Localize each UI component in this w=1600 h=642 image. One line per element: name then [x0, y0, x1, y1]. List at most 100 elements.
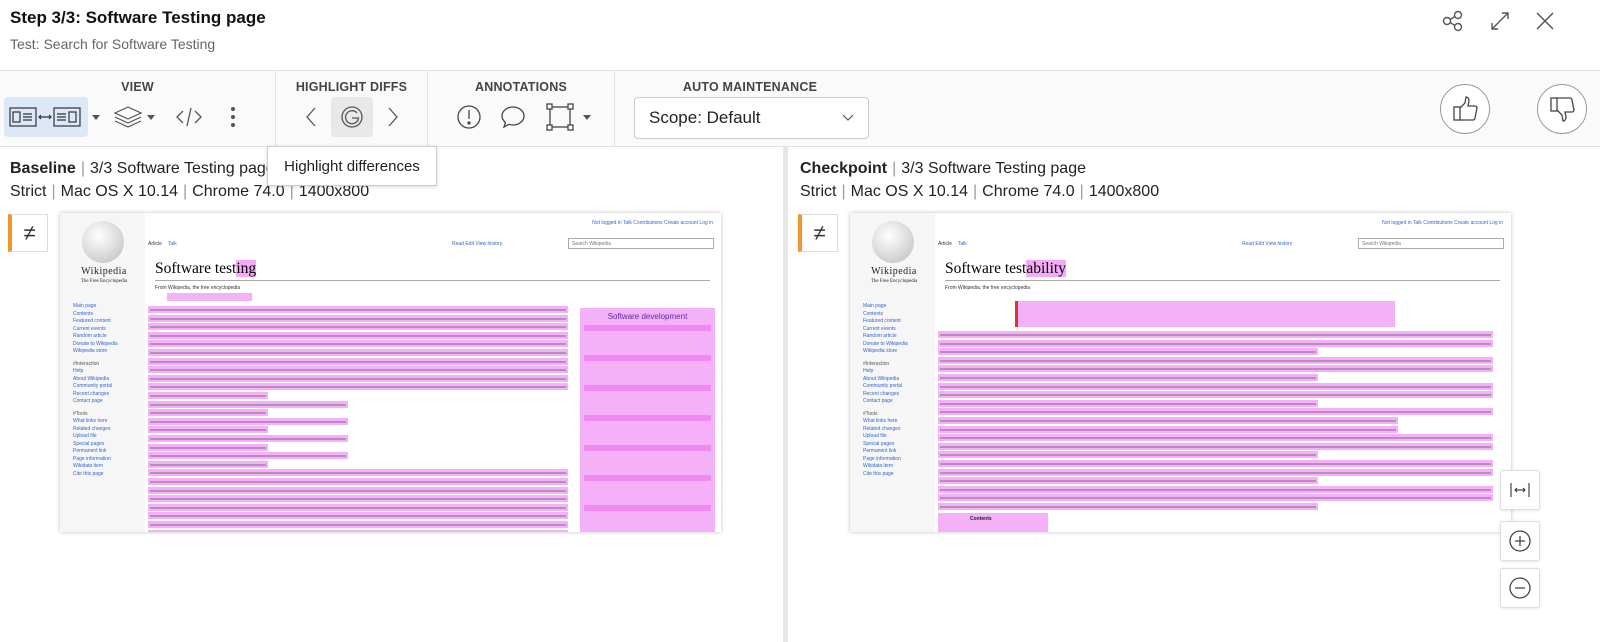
sidebar-link: Donate to Wikipedia	[73, 340, 118, 347]
caret-down-icon	[92, 114, 100, 120]
add-issue-button[interactable]	[452, 97, 486, 137]
wiki-logo-subtitle: The Free Encyclopedia	[870, 279, 918, 284]
title-diff-highlight: ing	[236, 260, 257, 277]
checkpoint-screenshot[interactable]: Wikipedia The Free Encyclopedia Main page C…	[850, 213, 1511, 532]
title-rule	[945, 280, 1500, 281]
checkpoint-label: Checkpoint	[800, 160, 888, 177]
diff-status-badge[interactable]: ≠	[8, 214, 48, 252]
wikipedia-globe-logo	[872, 221, 914, 263]
view-label: VIEW	[121, 80, 154, 94]
baseline-label: Baseline	[10, 160, 76, 177]
wiki-logo-text: Wikipedia	[871, 266, 917, 277]
layers-icon	[113, 106, 143, 128]
text-line	[150, 369, 566, 372]
next-diff-button[interactable]	[378, 97, 408, 137]
tab-talk: Talk	[957, 241, 967, 247]
caret-down-icon	[147, 114, 155, 120]
os: Mac OS X 10.14	[850, 183, 968, 200]
text-line	[150, 429, 266, 432]
sidebar-link: Wikidata item	[863, 463, 894, 469]
exclamation-circle-icon	[457, 105, 481, 129]
side-by-side-icon	[9, 107, 81, 127]
more-vertical-icon	[231, 107, 235, 127]
sidebar-link: Cite this page	[863, 470, 894, 477]
layers-button[interactable]	[108, 97, 160, 137]
browser: Chrome 74.0	[982, 183, 1075, 200]
zoom-out-button[interactable]	[1500, 568, 1540, 608]
text-line	[150, 472, 566, 475]
scope-value: Scope: Default	[649, 108, 761, 127]
highlight-differences-button[interactable]	[331, 97, 373, 137]
code-icon	[176, 107, 202, 127]
code-view-button[interactable]	[170, 97, 208, 137]
sidebar-link: Special pages	[863, 440, 895, 447]
thumbs-up-icon	[1453, 96, 1478, 121]
diff-highlight	[584, 415, 711, 421]
text-line	[150, 446, 266, 449]
chevron-right-icon	[388, 107, 398, 127]
diff-highlight	[584, 325, 711, 331]
text-line	[150, 395, 266, 397]
sidebar-link: Wikidata item	[73, 463, 104, 469]
checkpoint-details: Strict | Mac OS X 10.14 | Chrome 74.0 | 1400x8…	[800, 183, 1160, 200]
auto-maintenance-label: AUTO MAINTENANCE	[682, 80, 818, 94]
text-line	[940, 506, 1316, 508]
sidebar-heading: #Tools	[863, 410, 878, 417]
sidebar-link: Wikipedia store	[863, 348, 898, 354]
baseline-screenshot[interactable]: Wikipedia The Free Encyclopedia Main page C…	[60, 213, 721, 532]
text-line	[940, 411, 1491, 414]
tab-talk: Talk	[167, 241, 177, 247]
baseline-step: 3/3 Software Testing page	[89, 160, 275, 177]
wiki-from-line: From Wikipedia, the free encyclopedia	[945, 285, 1031, 291]
title-rule	[155, 280, 710, 281]
wiki-article-title: Software testability	[945, 260, 1066, 278]
wiki-sidebar-links: Main page Contents Featured content Current…	[73, 303, 118, 478]
text-line	[150, 455, 346, 458]
fit-width-icon	[1510, 483, 1530, 497]
sidebar-link: Main page	[863, 303, 887, 309]
text-line	[150, 506, 566, 509]
share-button[interactable]	[1440, 8, 1466, 34]
close-button[interactable]	[1532, 8, 1558, 34]
zoom-in-button[interactable]	[1500, 521, 1540, 561]
wiki-sidebar: Wikipedia The Free Encyclopedia Main page C…	[60, 213, 145, 532]
diff-status-badge[interactable]: ≠	[798, 214, 838, 252]
annotations-section: ANNOTATIONS	[428, 71, 615, 146]
view-dropdown[interactable]	[88, 97, 104, 137]
previous-diff-button[interactable]	[296, 97, 326, 137]
share-icon	[1442, 10, 1463, 32]
ambox-icon	[1015, 301, 1018, 327]
sidebar-link: Current events	[73, 325, 106, 332]
sidebar-link: Main page	[73, 303, 97, 309]
thumbs-down-icon	[1550, 97, 1575, 122]
wiki-view-tabs: Read Edit View history	[1242, 241, 1293, 247]
sidebar-heading: #Tools	[73, 410, 88, 417]
reject-button[interactable]	[1537, 84, 1587, 134]
text-line	[150, 481, 566, 483]
text-line	[940, 437, 1491, 440]
fit-width-button[interactable]	[1500, 470, 1540, 510]
text-line	[150, 515, 566, 518]
expand-button[interactable]	[1487, 8, 1513, 34]
wiki-search-box: Search Wikipedia	[1358, 238, 1504, 249]
more-options-button[interactable]	[218, 97, 248, 137]
sidebar-heading: #Interaction	[73, 360, 100, 367]
accept-button[interactable]	[1440, 84, 1490, 134]
tab-article: Article	[148, 241, 162, 247]
wiki-sidebar: Wikipedia The Free Encyclopedia Main page C…	[850, 213, 935, 532]
close-icon	[1536, 12, 1554, 30]
text-line	[940, 359, 1491, 362]
add-remark-button[interactable]	[496, 97, 530, 137]
text-line	[150, 489, 566, 492]
text-line	[150, 463, 266, 466]
panel-divider[interactable]	[783, 147, 788, 642]
sidebar-link: Featured content	[73, 318, 111, 324]
test-name: Test: Search for Software Testing	[10, 36, 216, 52]
side-by-side-view-button[interactable]	[4, 97, 88, 137]
wikipedia-globe-logo	[82, 221, 124, 263]
tooltip: Highlight differences	[267, 146, 437, 186]
checkpoint-header: Checkpoint | 3/3 Software Testing page	[800, 160, 1086, 177]
region-select-button[interactable]	[540, 97, 596, 137]
scope-dropdown[interactable]: Scope: Default	[634, 97, 869, 139]
text-line	[150, 377, 566, 380]
